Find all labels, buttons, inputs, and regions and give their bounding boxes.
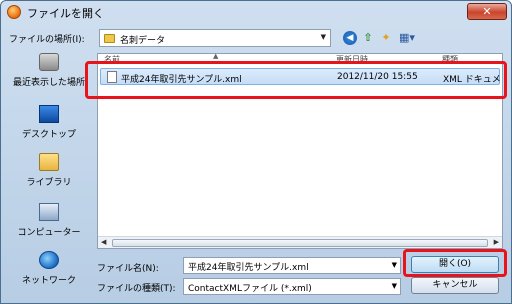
place-label: 最近表示した場所 — [12, 78, 85, 88]
filename-value: 平成24年取引先サンプル.xml — [188, 263, 309, 273]
filetype-value: ContactXMLファイル (*.xml) — [188, 284, 312, 294]
chevron-down-icon[interactable]: ▼ — [392, 282, 397, 290]
place-computer[interactable]: コンピューター — [7, 203, 91, 243]
look-in-label: ファイルの場所(I): — [9, 35, 85, 45]
highlight-box-open-button — [403, 249, 507, 277]
place-network[interactable]: ネットワーク — [7, 251, 91, 291]
app-icon — [7, 5, 21, 19]
highlight-box-file-row — [85, 61, 507, 99]
library-icon — [39, 153, 59, 171]
place-desktop[interactable]: デスクトップ — [7, 105, 91, 145]
computer-icon — [39, 203, 59, 221]
views-menu-icon[interactable]: ▦▾ — [397, 31, 417, 45]
filename-label: ファイル名(N): — [97, 264, 159, 274]
filename-field[interactable]: 平成24年取引先サンプル.xml ▼ — [183, 257, 401, 274]
open-file-dialog: ファイルを開く ✕ ファイルの場所(I): 名刺データ ▼ ◀ ⇧ ✦ ▦▾ 最… — [0, 0, 512, 304]
network-icon — [39, 251, 59, 269]
recent-places-icon — [39, 53, 59, 71]
folder-icon — [104, 34, 115, 43]
place-library[interactable]: ライブラリ — [7, 153, 91, 193]
chevron-down-icon[interactable]: ▼ — [392, 261, 397, 269]
window-title: ファイルを開く — [27, 7, 104, 20]
new-folder-icon[interactable]: ✦ — [379, 31, 393, 45]
place-recent[interactable]: 最近表示した場所 — [7, 53, 91, 93]
scroll-left-icon[interactable]: ◀ — [101, 238, 106, 246]
look-in-value: 名刺データ — [120, 36, 166, 46]
sort-up-icon: ▲ — [213, 52, 219, 60]
place-label: ネットワーク — [21, 276, 76, 286]
toolbar: ファイルの場所(I): 名刺データ ▼ ◀ ⇧ ✦ ▦▾ — [1, 27, 511, 49]
scroll-right-icon[interactable]: ▶ — [494, 238, 499, 246]
scroll-thumb[interactable] — [112, 239, 488, 247]
horizontal-scrollbar[interactable]: ◀ ▶ — [98, 236, 502, 248]
places-bar: 最近表示した場所 デスクトップ ライブラリ コンピューター ネットワーク — [7, 53, 91, 297]
filetype-label: ファイルの種類(T): — [97, 284, 176, 294]
place-label: ライブラリ — [26, 178, 72, 188]
back-arrow-icon[interactable]: ◀ — [343, 31, 357, 45]
cancel-button[interactable]: キャンセル — [411, 277, 499, 294]
filetype-dropdown[interactable]: ContactXMLファイル (*.xml) ▼ — [183, 278, 401, 295]
close-button[interactable]: ✕ — [467, 3, 507, 20]
place-label: デスクトップ — [21, 130, 76, 140]
desktop-icon — [39, 105, 59, 123]
look-in-dropdown[interactable]: 名刺データ ▼ — [99, 29, 331, 47]
place-label: コンピューター — [17, 228, 81, 238]
title-bar[interactable]: ファイルを開く ✕ — [1, 1, 511, 23]
up-folder-icon[interactable]: ⇧ — [361, 31, 375, 45]
chevron-down-icon[interactable]: ▼ — [321, 33, 326, 41]
